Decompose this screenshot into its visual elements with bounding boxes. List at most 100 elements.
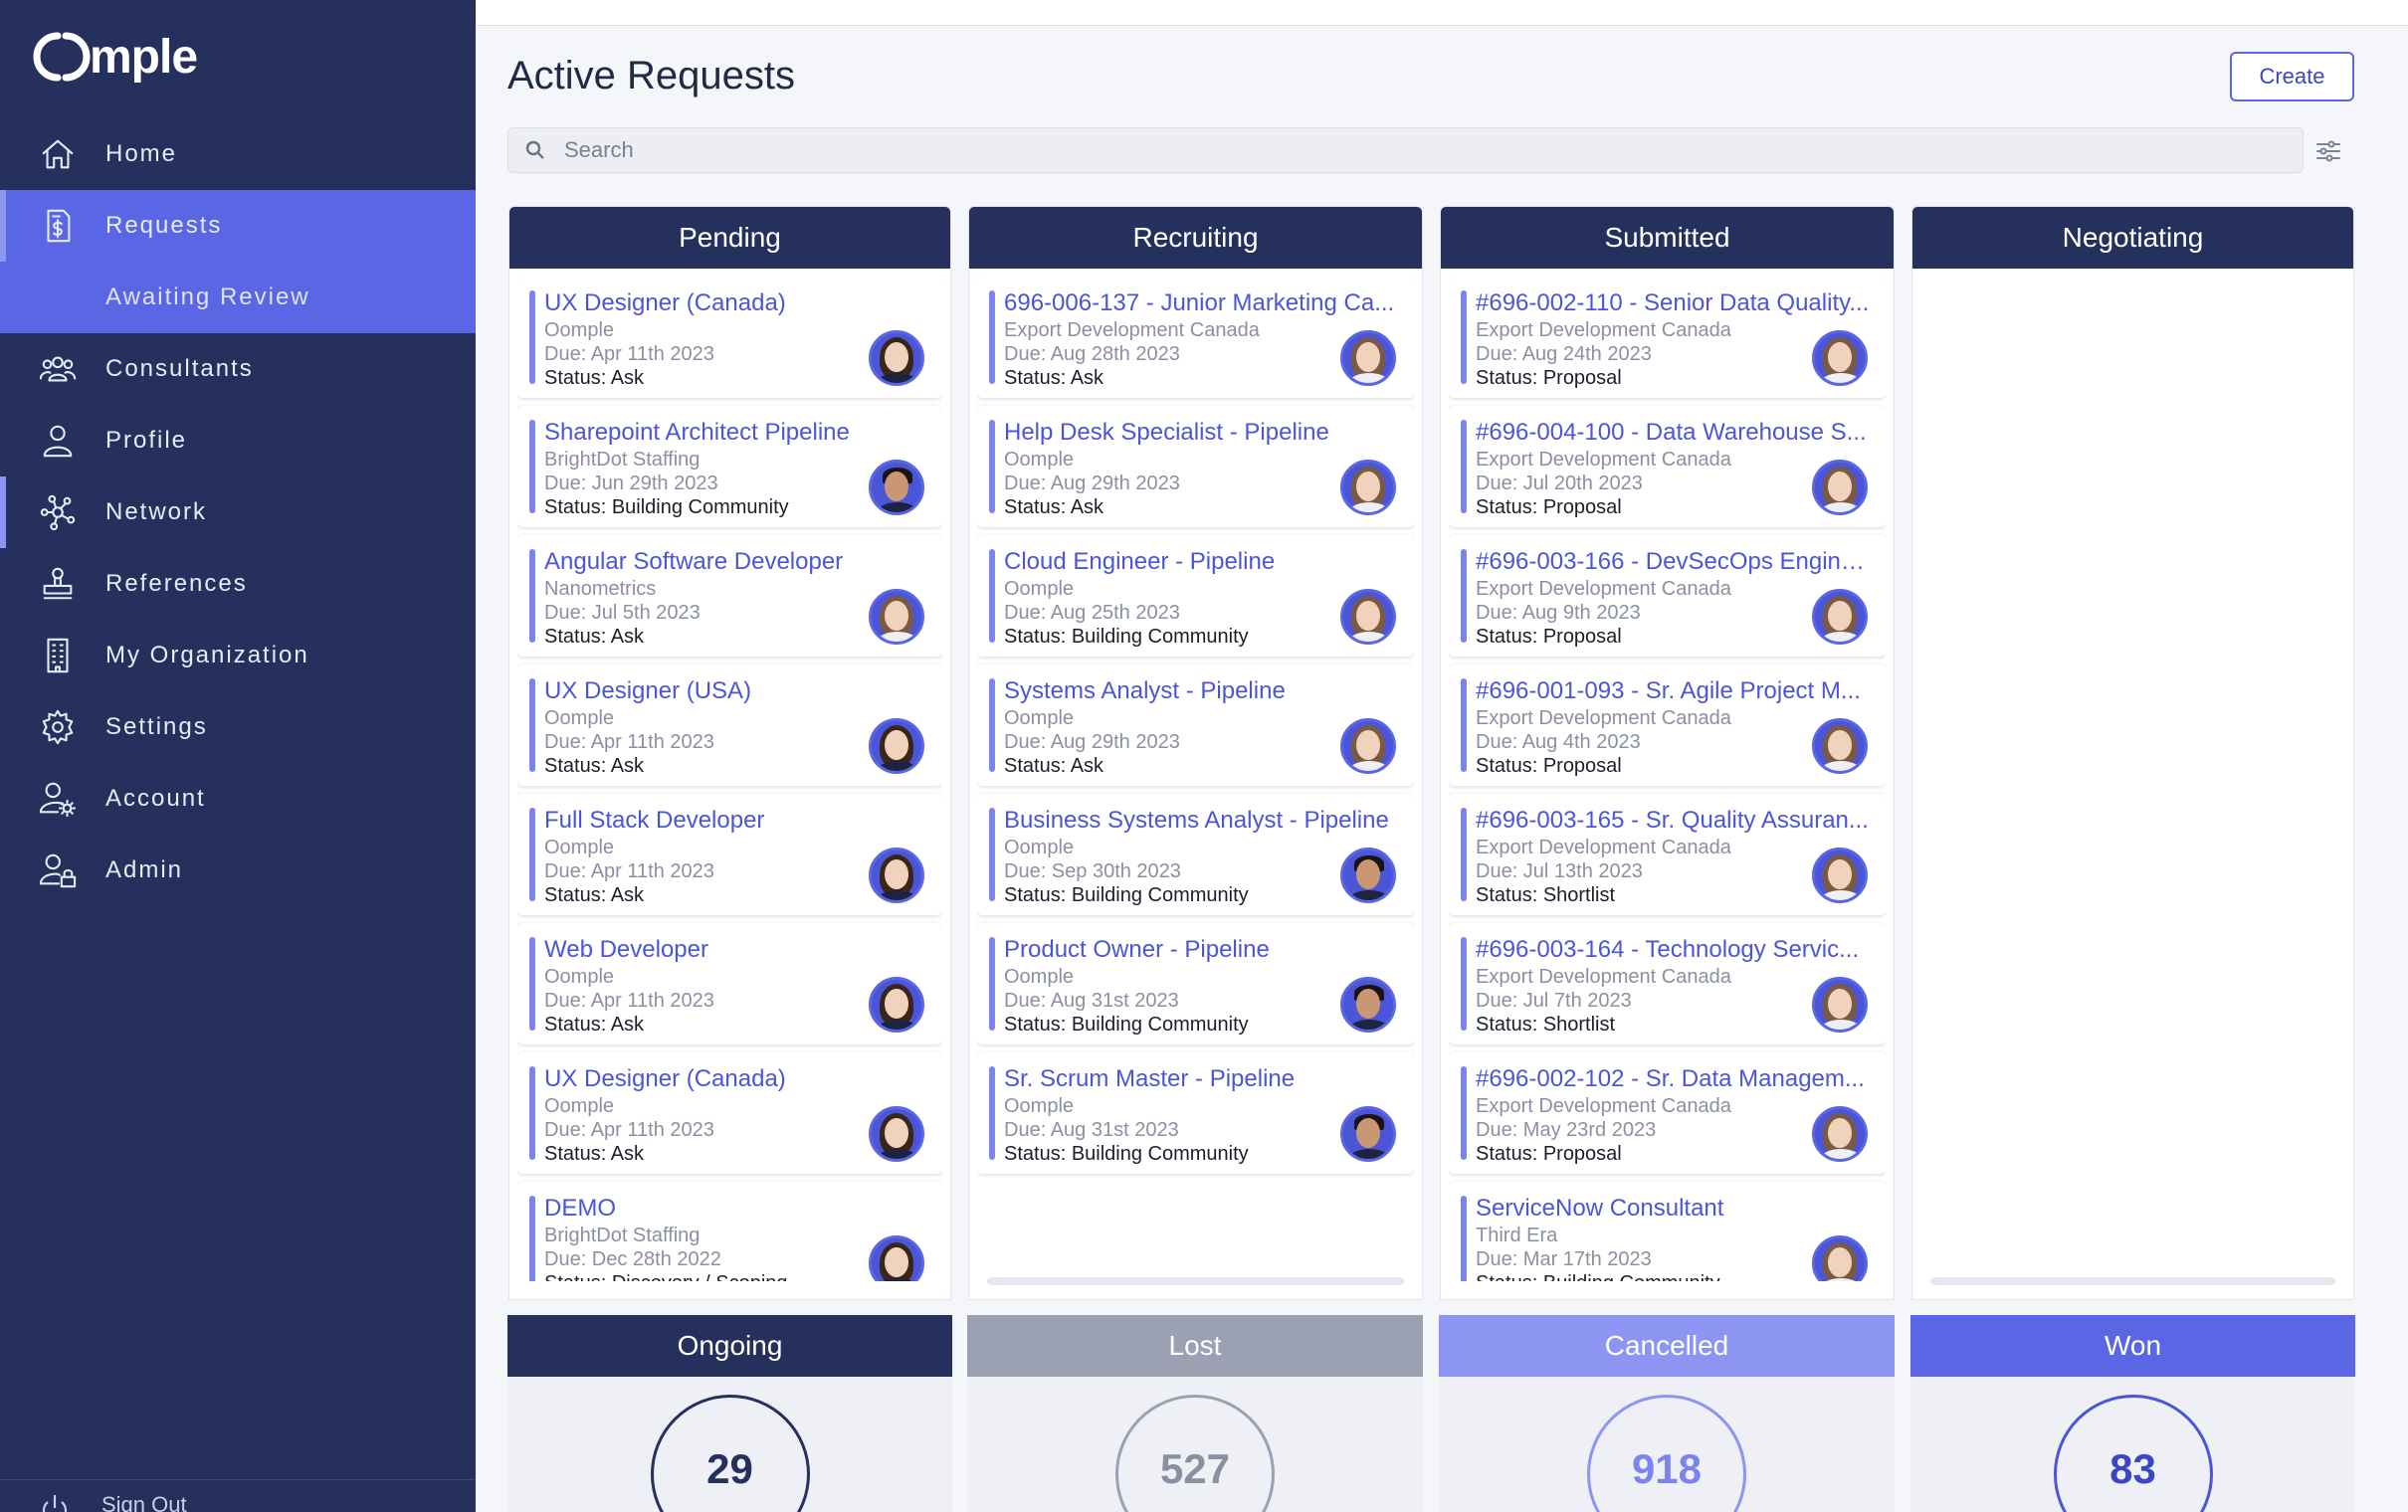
avatar[interactable]: [869, 718, 924, 774]
request-card[interactable]: #696-002-102 - Sr. Data Managem... Export…: [1449, 1052, 1886, 1174]
request-title[interactable]: #696-004-100 - Data Warehouse S...: [1476, 418, 1874, 448]
avatar[interactable]: [869, 1106, 924, 1162]
card-list[interactable]: 696-006-137 - Junior Marketing Ca... Expo…: [977, 277, 1414, 1281]
avatar-face: [885, 472, 908, 501]
request-title[interactable]: #696-002-110 - Senior Data Quality...: [1476, 288, 1874, 318]
summary-tile-cancelled[interactable]: Cancelled 918: [1439, 1315, 1895, 1512]
avatar[interactable]: [1340, 1106, 1396, 1162]
request-title[interactable]: Full Stack Developer: [544, 806, 942, 836]
request-title[interactable]: UX Designer (USA): [544, 676, 942, 706]
request-card[interactable]: Business Systems Analyst - Pipeline Oompl…: [977, 794, 1414, 915]
sign-out-button[interactable]: Sign Out: [0, 1479, 476, 1512]
request-title[interactable]: #696-003-166 - DevSecOps Engine...: [1476, 547, 1874, 577]
request-card[interactable]: UX Designer (Canada) Oomple Due: Apr 11th …: [517, 277, 942, 398]
request-title[interactable]: Sharepoint Architect Pipeline: [544, 418, 942, 448]
avatar[interactable]: [1812, 848, 1868, 903]
avatar[interactable]: [1340, 460, 1396, 515]
gear-icon: [38, 707, 78, 747]
request-card[interactable]: #696-004-100 - Data Warehouse S... Export…: [1449, 406, 1886, 527]
request-title[interactable]: Business Systems Analyst - Pipeline: [1004, 806, 1402, 836]
request-card[interactable]: #696-002-110 - Senior Data Quality... Exp…: [1449, 277, 1886, 398]
request-card[interactable]: Web Developer Oomple Due: Apr 11th 2023 Sta…: [517, 923, 942, 1044]
avatar[interactable]: [1340, 977, 1396, 1033]
sidebar-item-network[interactable]: Network: [0, 476, 476, 548]
request-title[interactable]: DEMO: [544, 1194, 942, 1224]
oomple-logo[interactable]: mple: [32, 28, 198, 86]
request-title[interactable]: Product Owner - Pipeline: [1004, 935, 1402, 965]
request-card[interactable]: UX Designer (Canada) Oomple Due: Apr 11th …: [517, 1052, 942, 1174]
avatar[interactable]: [1812, 460, 1868, 515]
avatar[interactable]: [1812, 330, 1868, 386]
sidebar-item-consultants[interactable]: Consultants: [0, 333, 476, 405]
avatar[interactable]: [1340, 330, 1396, 386]
avatar[interactable]: [1340, 589, 1396, 645]
logo-text: mple: [90, 30, 198, 84]
summary-tile-ongoing[interactable]: Ongoing 29: [507, 1315, 952, 1512]
request-title[interactable]: Sr. Scrum Master - Pipeline: [1004, 1064, 1402, 1094]
filter-sliders-icon[interactable]: [2314, 137, 2344, 167]
summary-tile-lost[interactable]: Lost 527: [967, 1315, 1423, 1512]
sidebar-item-settings[interactable]: Settings: [0, 691, 476, 763]
avatar[interactable]: [1812, 977, 1868, 1033]
sidebar-item-references[interactable]: References: [0, 548, 476, 620]
request-title[interactable]: ServiceNow Consultant: [1476, 1194, 1874, 1224]
card-list[interactable]: UX Designer (Canada) Oomple Due: Apr 11th …: [517, 277, 942, 1281]
avatar[interactable]: [869, 330, 924, 386]
horizontal-scrollbar[interactable]: [987, 1277, 1404, 1285]
request-title[interactable]: Web Developer: [544, 935, 942, 965]
avatar[interactable]: [1340, 848, 1396, 903]
request-card[interactable]: Sr. Scrum Master - Pipeline Oomple Due: Au…: [977, 1052, 1414, 1174]
request-card[interactable]: DEMO BrightDot Staffing Due: Dec 28th 2022…: [517, 1182, 942, 1281]
request-card[interactable]: ServiceNow Consultant Third Era Due: Mar 1…: [1449, 1182, 1886, 1281]
request-card[interactable]: #696-003-166 - DevSecOps Engine... Export…: [1449, 535, 1886, 657]
request-title[interactable]: Systems Analyst - Pipeline: [1004, 676, 1402, 706]
sidebar-item-requests[interactable]: Requests: [0, 190, 476, 262]
request-title[interactable]: 696-006-137 - Junior Marketing Ca...: [1004, 288, 1402, 318]
avatar[interactable]: [869, 848, 924, 903]
request-title[interactable]: #696-003-165 - Sr. Quality Assuran...: [1476, 806, 1874, 836]
sidebar-item-label: Admin: [105, 856, 184, 883]
avatar[interactable]: [869, 589, 924, 645]
card-list[interactable]: #696-002-110 - Senior Data Quality... Exp…: [1449, 277, 1886, 1281]
avatar[interactable]: [1812, 589, 1868, 645]
sidebar-item-my-organization[interactable]: My Organization: [0, 620, 476, 691]
column-negotiating: Negotiating: [1911, 206, 2354, 1300]
request-card[interactable]: 696-006-137 - Junior Marketing Ca... Expo…: [977, 277, 1414, 398]
request-title[interactable]: UX Designer (Canada): [544, 288, 942, 318]
avatar[interactable]: [1812, 1106, 1868, 1162]
request-card[interactable]: Product Owner - Pipeline Oomple Due: Aug 3…: [977, 923, 1414, 1044]
card-list[interactable]: [1920, 277, 2345, 1281]
request-title[interactable]: #696-002-102 - Sr. Data Managem...: [1476, 1064, 1874, 1094]
avatar[interactable]: [869, 977, 924, 1033]
summary-tile-won[interactable]: Won 83: [1910, 1315, 2355, 1512]
sidebar-subitem-awaiting-review[interactable]: Awaiting Review: [0, 262, 476, 333]
request-card[interactable]: #696-003-165 - Sr. Quality Assuran... Exp…: [1449, 794, 1886, 915]
request-title[interactable]: UX Designer (Canada): [544, 1064, 942, 1094]
sidebar-item-label: Home: [105, 140, 178, 167]
sidebar-item-home[interactable]: Home: [0, 118, 476, 190]
avatar[interactable]: [1812, 718, 1868, 774]
column-recruiting: Recruiting 696-006-137 - Junior Marketin…: [968, 206, 1423, 1300]
sidebar-item-profile[interactable]: Profile: [0, 405, 476, 476]
request-card[interactable]: #696-001-093 - Sr. Agile Project M... Exp…: [1449, 664, 1886, 786]
request-card[interactable]: Systems Analyst - Pipeline Oomple Due: Aug…: [977, 664, 1414, 786]
request-card[interactable]: Cloud Engineer - Pipeline Oomple Due: Aug …: [977, 535, 1414, 657]
sidebar-item-admin[interactable]: Admin: [0, 835, 476, 906]
request-card[interactable]: #696-003-164 - Technology Servic... Expor…: [1449, 923, 1886, 1044]
sidebar-item-account[interactable]: Account: [0, 763, 476, 835]
search-input[interactable]: [564, 137, 2256, 163]
request-card[interactable]: Help Desk Specialist - Pipeline Oomple Due…: [977, 406, 1414, 527]
horizontal-scrollbar[interactable]: [1930, 1277, 2335, 1285]
create-button[interactable]: Create: [2230, 52, 2354, 101]
avatar[interactable]: [869, 460, 924, 515]
request-card[interactable]: Full Stack Developer Oomple Due: Apr 11th …: [517, 794, 942, 915]
request-card[interactable]: UX Designer (USA) Oomple Due: Apr 11th 202…: [517, 664, 942, 786]
request-card[interactable]: Sharepoint Architect Pipeline BrightDot S…: [517, 406, 942, 527]
request-title[interactable]: Angular Software Developer: [544, 547, 942, 577]
request-title[interactable]: Cloud Engineer - Pipeline: [1004, 547, 1402, 577]
request-card[interactable]: Angular Software Developer Nanometrics Due…: [517, 535, 942, 657]
request-title[interactable]: Help Desk Specialist - Pipeline: [1004, 418, 1402, 448]
avatar[interactable]: [1340, 718, 1396, 774]
request-title[interactable]: #696-003-164 - Technology Servic...: [1476, 935, 1874, 965]
request-title[interactable]: #696-001-093 - Sr. Agile Project M...: [1476, 676, 1874, 706]
